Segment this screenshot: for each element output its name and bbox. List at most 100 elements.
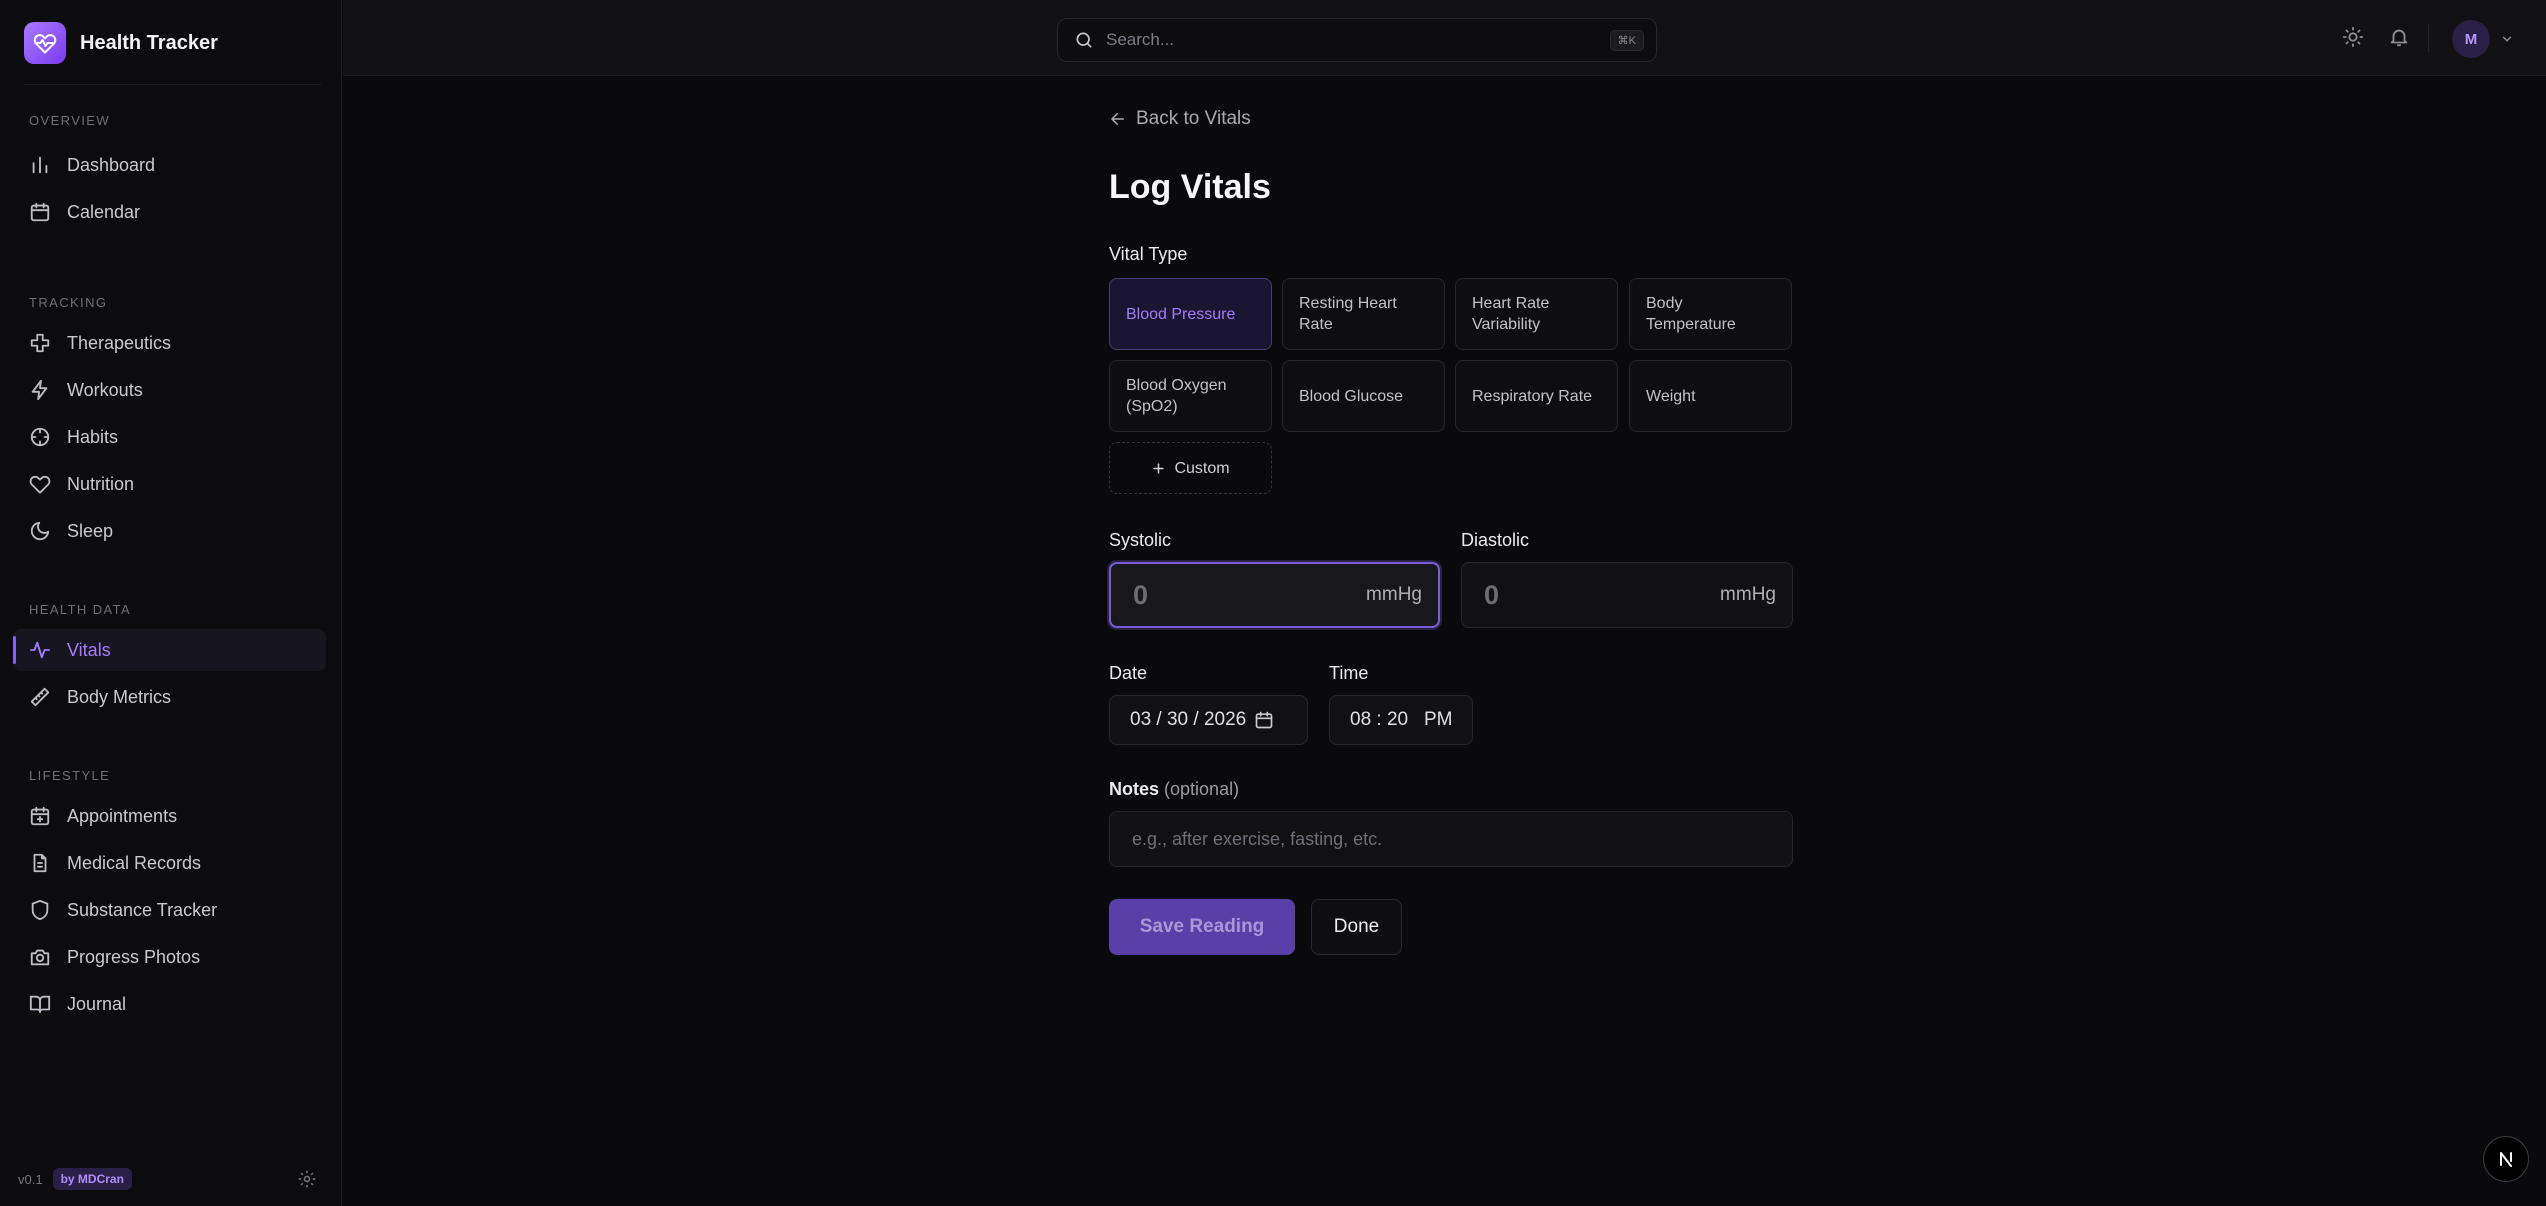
sidebar-divider [24,84,321,85]
sun-icon[interactable] [2342,26,2364,48]
systolic-field[interactable]: mmHg [1109,562,1440,628]
sidebar-item-habits[interactable]: Habits [13,416,326,458]
file-icon [33,853,47,873]
search-input[interactable] [1106,30,1610,50]
page-title: Log Vitals [1109,168,1271,206]
avatar[interactable]: M [2452,20,2490,58]
sidebar-item-vitals[interactable]: Vitals [13,629,326,671]
search-icon [1076,32,1092,48]
vital-type-blood-pressure[interactable]: Blood Pressure [1109,278,1272,350]
vital-type-resting-heart-rate[interactable]: Resting Heart Rate [1282,278,1445,350]
sidebar-item-workouts[interactable]: Workouts [13,369,326,411]
search-box[interactable]: ⌘K [1057,18,1657,62]
search-shortcut: ⌘K [1609,29,1644,51]
vital-type-heart-rate-variability[interactable]: Heart Rate Variability [1455,278,1618,350]
diastolic-label: Diastolic [1461,530,1530,550]
sidebar-item-label: Habits [67,426,119,447]
date-value: 03 / 30 / 2026 [1130,709,1247,730]
vital-type-body-temperature[interactable]: Body Temperature [1629,278,1792,350]
section-title-tracking: TRACKING [29,295,108,310]
custom-label: Custom [1174,459,1230,477]
systolic-unit: mmHg [1366,584,1422,605]
systolic-label: Systolic [1109,530,1172,550]
sidebar-item-label: Sleep [67,520,114,541]
sidebar-item-therapeutics[interactable]: Therapeutics [13,322,326,364]
sidebar-item-dashboard[interactable]: Dashboard [13,144,326,186]
sidebar-item-body-metrics[interactable]: Body Metrics [13,676,326,718]
sidebar-item-label: Nutrition [67,473,135,494]
author-badge[interactable]: by MDCran [52,1168,132,1190]
save-reading-button[interactable]: Save Reading [1109,899,1295,955]
sidebar-item-label: Vitals [67,639,111,660]
sidebar-item-label: Dashboard [67,154,156,175]
shield-icon [31,899,49,921]
vital-type-weight[interactable]: Weight [1629,360,1792,432]
time-label: Time [1329,663,1369,683]
date-input[interactable]: 03 / 30 / 2026 [1109,695,1308,745]
vital-type-label: Vital Type [1109,244,1188,264]
sidebar-item-label: Therapeutics [67,332,172,353]
plus-icon [1153,462,1165,474]
sidebar-item-appointments[interactable]: Appointments [13,795,326,837]
sidebar-item-progress-photos[interactable]: Progress Photos [13,936,326,978]
sidebar-item-label: Appointments [67,805,178,826]
vital-type-respiratory-rate[interactable]: Respiratory Rate [1455,360,1618,432]
sidebar-item-label: Substance Tracker [67,899,218,920]
section-title-lifestyle: LIFESTYLE [29,768,111,783]
topbar-separator [2428,24,2429,52]
sidebar-footer: v0.1 by MDCran [18,1166,317,1192]
vital-type-blood-glucose[interactable]: Blood Glucose [1282,360,1445,432]
notes-field[interactable] [1109,811,1793,867]
diastolic-field[interactable]: mmHg [1461,562,1793,628]
topbar: ⌘K M [343,0,2546,76]
version-label: v0.1 [18,1171,43,1187]
calendar-icon[interactable] [1254,710,1274,730]
sidebar-item-substance-tracker[interactable]: Substance Tracker [13,889,326,931]
brand[interactable]: Health Tracker [24,22,218,64]
section-title-health-data: HEALTH DATA [29,602,132,617]
camera-icon [30,949,50,966]
nextjs-devtools-icon[interactable] [2483,1136,2529,1182]
section-title-overview: OVERVIEW [29,113,111,128]
date-label: Date [1109,663,1148,683]
notes-input[interactable] [1132,828,1770,850]
bar-chart-icon [32,156,48,174]
moon-icon [30,521,50,541]
arrow-left-icon [1110,113,1124,125]
sidebar-item-label: Progress Photos [67,946,201,967]
chevron-down-icon[interactable] [2500,32,2514,46]
notes-optional: (optional) [1164,779,1240,799]
vital-type-blood-oxygen[interactable]: Blood Oxygen (SpO2) [1109,360,1272,432]
done-button[interactable]: Done [1311,899,1402,955]
sidebar-nav: OVERVIEW Dashboard Calendar TRACKING The… [0,110,342,1030]
notes-label-text: Notes [1109,779,1160,799]
target-icon [30,427,50,447]
ruler-icon [30,687,50,707]
add-custom-vital-button[interactable]: Custom [1109,442,1272,494]
diastolic-unit: mmHg [1720,584,1776,605]
gear-icon[interactable] [297,1169,317,1189]
back-to-vitals-link[interactable]: Back to Vitals [1109,108,1251,130]
calendar-icon [30,202,50,222]
app-name: Health Tracker [80,31,218,54]
sidebar-item-label: Calendar [67,201,141,222]
sidebar-item-calendar[interactable]: Calendar [13,191,326,233]
activity-icon [29,641,51,659]
sidebar-item-journal[interactable]: Journal [13,983,326,1025]
calendar-plus-icon [30,806,50,826]
sidebar-item-nutrition[interactable]: Nutrition [13,463,326,505]
sidebar-item-label: Workouts [67,379,143,400]
sidebar-item-label: Body Metrics [67,686,172,707]
sidebar-item-sleep[interactable]: Sleep [13,510,326,552]
sidebar: Health Tracker OVERVIEW Dashboard Calend… [0,0,342,1206]
bolt-icon [31,379,48,401]
bell-icon[interactable] [2388,26,2410,48]
heart-pulse-logo-icon [24,22,66,64]
sidebar-item-medical-records[interactable]: Medical Records [13,842,326,884]
heart-icon [29,475,51,494]
systolic-input[interactable] [1133,579,1367,611]
back-link-label: Back to Vitals [1136,108,1251,129]
diastolic-input[interactable] [1484,579,1721,611]
book-icon [29,995,51,1014]
time-input[interactable]: 08 : 20 PM [1329,695,1473,745]
